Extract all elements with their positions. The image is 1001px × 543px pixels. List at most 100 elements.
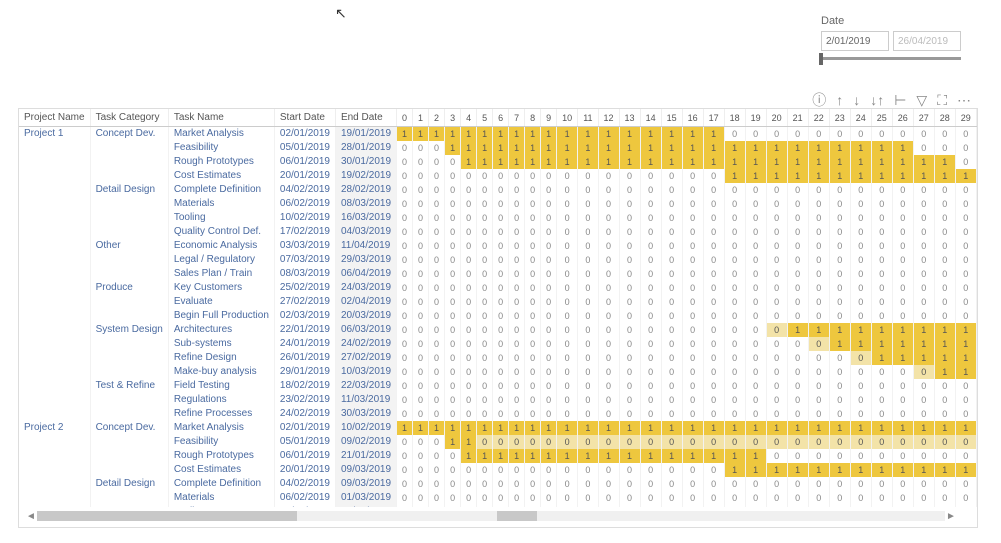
cell-day[interactable]: 0 [892, 281, 913, 295]
cell-day[interactable]: 0 [598, 197, 619, 211]
cell-day[interactable]: 0 [525, 505, 541, 508]
cell-day[interactable]: 0 [525, 225, 541, 239]
col-day-13[interactable]: 13 [619, 109, 640, 127]
col-day-3[interactable]: 3 [445, 109, 461, 127]
col-day-4[interactable]: 4 [461, 109, 477, 127]
cell-day[interactable]: 0 [745, 365, 766, 379]
cell-day[interactable]: 0 [808, 477, 829, 491]
cell-day[interactable]: 0 [724, 309, 745, 323]
cell-day[interactable]: 0 [661, 295, 682, 309]
col-day-28[interactable]: 28 [934, 109, 955, 127]
resize-handle-tl[interactable] [18, 108, 26, 116]
cell-day[interactable]: 0 [766, 197, 787, 211]
cell-day[interactable]: 0 [829, 435, 850, 449]
cell-day[interactable]: 0 [808, 267, 829, 281]
cell-day[interactable]: 0 [913, 253, 934, 267]
cell-day[interactable]: 0 [461, 239, 477, 253]
col-day-17[interactable]: 17 [703, 109, 724, 127]
cell-day[interactable]: 0 [682, 337, 703, 351]
cell-day[interactable]: 0 [493, 309, 509, 323]
cell-day[interactable]: 0 [509, 309, 525, 323]
cell-project[interactable] [19, 239, 90, 253]
cell-day[interactable]: 0 [892, 183, 913, 197]
col-day-0[interactable]: 0 [397, 109, 413, 127]
cell-day[interactable]: 0 [619, 323, 640, 337]
cell-day[interactable]: 0 [578, 197, 598, 211]
cell-day[interactable]: 0 [955, 141, 976, 155]
cell-day[interactable]: 0 [477, 379, 493, 393]
cell-day[interactable]: 0 [724, 239, 745, 253]
cell-day[interactable]: 0 [397, 393, 413, 407]
cell-day[interactable]: 0 [829, 127, 850, 141]
cell-day[interactable]: 0 [525, 337, 541, 351]
cell-day[interactable]: 1 [745, 141, 766, 155]
cell-day[interactable]: 0 [661, 407, 682, 421]
cell-day[interactable]: 0 [724, 365, 745, 379]
cell-day[interactable]: 1 [934, 421, 955, 435]
cell-day[interactable]: 0 [598, 365, 619, 379]
cell-day[interactable]: 0 [541, 491, 557, 505]
cell-day[interactable]: 0 [661, 197, 682, 211]
cell-day[interactable]: 1 [429, 421, 445, 435]
cell-day[interactable]: 0 [640, 323, 661, 337]
cell-day[interactable]: 0 [724, 253, 745, 267]
cell-day[interactable]: 0 [493, 323, 509, 337]
cell-day[interactable]: 0 [955, 197, 976, 211]
cell-end[interactable]: 30/03/2019 [335, 407, 396, 421]
cell-day[interactable]: 0 [509, 337, 525, 351]
cell-day[interactable]: 0 [745, 407, 766, 421]
cell-day[interactable]: 0 [661, 337, 682, 351]
cell-day[interactable]: 0 [598, 351, 619, 365]
cell-day[interactable]: 0 [976, 435, 977, 449]
cell-day[interactable]: 0 [397, 169, 413, 183]
cell-day[interactable]: 0 [557, 379, 578, 393]
cell-day[interactable]: 0 [541, 253, 557, 267]
cell-day[interactable]: 0 [557, 351, 578, 365]
cell-day[interactable]: 0 [955, 211, 976, 225]
cell-day[interactable]: 0 [445, 393, 461, 407]
cell-day[interactable]: 0 [397, 337, 413, 351]
cell-day[interactable]: 0 [461, 211, 477, 225]
cell-category[interactable] [90, 407, 168, 421]
cell-day[interactable]: 0 [871, 393, 892, 407]
cell-day[interactable]: 0 [850, 127, 871, 141]
cell-day[interactable]: 0 [477, 225, 493, 239]
cell-day[interactable]: 0 [598, 239, 619, 253]
cell-task[interactable]: Complete Definition [168, 477, 274, 491]
cell-day[interactable]: 1 [682, 127, 703, 141]
cell-start[interactable]: 29/01/2019 [274, 365, 335, 379]
cell-day[interactable]: 0 [892, 505, 913, 508]
cell-day[interactable]: 0 [766, 253, 787, 267]
cell-day[interactable]: 1 [640, 127, 661, 141]
cell-day[interactable]: 0 [509, 197, 525, 211]
cell-day[interactable]: 0 [461, 351, 477, 365]
cell-day[interactable]: 0 [640, 225, 661, 239]
cell-day[interactable]: 0 [913, 127, 934, 141]
cell-project[interactable] [19, 379, 90, 393]
cell-day[interactable]: 0 [892, 393, 913, 407]
cell-day[interactable]: 0 [509, 323, 525, 337]
cell-category[interactable] [90, 505, 168, 508]
cell-day[interactable]: 0 [682, 253, 703, 267]
cell-day[interactable]: 0 [913, 309, 934, 323]
cell-task[interactable]: Sub-systems [168, 337, 274, 351]
cell-day[interactable]: 0 [578, 477, 598, 491]
cell-day[interactable]: 1 [787, 141, 808, 155]
cell-day[interactable]: 0 [461, 169, 477, 183]
cell-day[interactable]: 1 [787, 323, 808, 337]
cell-task[interactable]: Regulations [168, 393, 274, 407]
cell-day[interactable]: 0 [413, 309, 429, 323]
cell-day[interactable]: 0 [829, 225, 850, 239]
cell-day[interactable]: 0 [525, 211, 541, 225]
cell-start[interactable]: 02/01/2019 [274, 421, 335, 435]
cell-category[interactable] [90, 225, 168, 239]
cell-day[interactable]: 0 [871, 295, 892, 309]
cell-day[interactable]: 0 [808, 253, 829, 267]
cell-day[interactable]: 0 [397, 141, 413, 155]
col-day-15[interactable]: 15 [661, 109, 682, 127]
cell-day[interactable]: 0 [578, 183, 598, 197]
cell-day[interactable]: 0 [541, 463, 557, 477]
cell-day[interactable]: 0 [829, 267, 850, 281]
cell-day[interactable]: 0 [829, 365, 850, 379]
cell-end[interactable]: 04/03/2019 [335, 225, 396, 239]
